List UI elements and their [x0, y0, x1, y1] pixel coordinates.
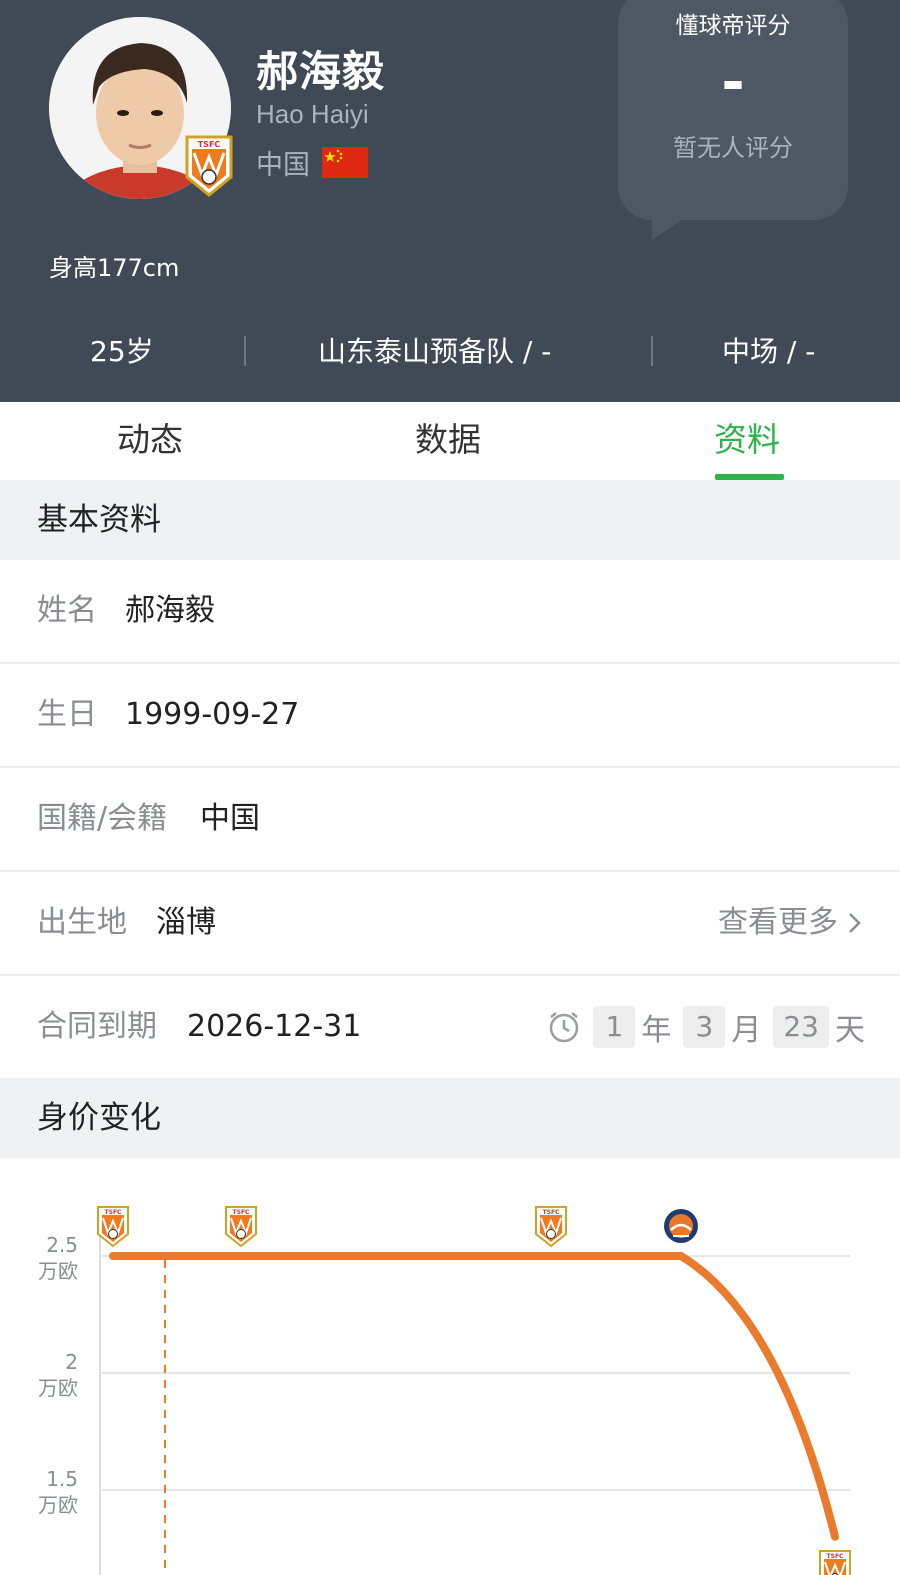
china-flag-icon	[322, 147, 368, 178]
chevron-right-icon	[849, 913, 861, 933]
player-name-en: Hao Haiyi	[256, 99, 369, 129]
club-marker-tsfc-icon: TSFC	[535, 1206, 567, 1248]
y-tick-unit: 万欧	[38, 1376, 78, 1400]
name-value: 郝海毅	[125, 593, 215, 628]
y-tick-label: 2	[65, 1350, 78, 1374]
player-nationality: 中国	[256, 143, 368, 182]
market-value-chart: 2.5 万欧 2 万欧 1.5 万欧 TSFC TSFC TSFC TSFC	[0, 1160, 900, 1575]
alarm-clock-icon	[550, 1012, 579, 1043]
y-tick-label: 2.5	[46, 1233, 78, 1257]
info-row-nationality: 国籍/会籍 中国	[0, 768, 900, 872]
countdown-days: 23	[773, 1006, 829, 1048]
svg-text:TSFC: TSFC	[233, 1209, 251, 1216]
section-title: 基本资料	[37, 502, 161, 538]
tab-data[interactable]: 数据	[373, 402, 523, 480]
profile-tabs: 动态 数据 资料	[0, 402, 900, 480]
club-marker-tsfc-icon: TSFC	[819, 1550, 851, 1575]
player-stats-row: 25岁 山东泰山预备队 / - 中场 / -	[0, 330, 900, 374]
stat-divider	[651, 336, 653, 366]
rating-bubble-tail	[652, 210, 696, 240]
birthplace-label: 出生地	[37, 905, 127, 940]
info-row-birthplace[interactable]: 出生地 淄博 查看更多	[0, 872, 900, 976]
countdown-days-unit: 天	[835, 1013, 865, 1048]
contract-countdown: 1 年 3 月 23 天	[547, 1004, 865, 1050]
birthday-label: 生日	[37, 697, 97, 732]
svg-text:TSFC: TSFC	[827, 1553, 845, 1560]
nationality-text: 中国	[256, 150, 310, 181]
value-series-line	[109, 1252, 839, 1541]
rating-subtitle: 暂无人评分	[673, 134, 793, 162]
birthday-value: 1999-09-27	[125, 697, 300, 732]
countdown-years: 1	[593, 1006, 636, 1048]
contract-value: 2026-12-31	[187, 1009, 362, 1044]
nationality-label: 国籍/会籍	[37, 801, 168, 836]
club-marker-tsfc-icon: TSFC	[97, 1206, 129, 1248]
countdown-years-unit: 年	[641, 1013, 672, 1048]
y-tick-label: 1.5	[46, 1467, 78, 1491]
tab-dynamics[interactable]: 动态	[75, 402, 225, 480]
y-tick-unit: 万欧	[38, 1493, 78, 1517]
contract-label: 合同到期	[37, 1009, 157, 1044]
countdown-months-unit: 月	[731, 1013, 762, 1048]
stat-divider	[244, 336, 246, 366]
value-change-header: 身价变化	[0, 1078, 900, 1158]
svg-text:TSFC: TSFC	[198, 140, 221, 149]
info-row-birthday: 生日 1999-09-27	[0, 664, 900, 768]
club-marker-tsfc-icon: TSFC	[225, 1206, 257, 1248]
stat-club[interactable]: 山东泰山预备队 / -	[318, 330, 551, 374]
info-row-name: 姓名 郝海毅	[0, 560, 900, 664]
rating-value: -	[721, 50, 745, 115]
info-row-contract: 合同到期 2026-12-31 1 年 3 月 23 天	[0, 976, 900, 1078]
view-more-label: 查看更多	[718, 905, 838, 940]
market-value-chart-svg: 2.5万欧2万欧1.5万欧TSFC TSFC TSFCTSFC	[38, 1206, 851, 1575]
player-name-cn: 郝海毅	[256, 47, 386, 96]
svg-text:TSFC: TSFC	[543, 1209, 561, 1216]
basic-info-header: 基本资料	[0, 480, 900, 560]
player-height: 身高177cm	[49, 254, 180, 282]
birthplace-value: 淄博	[156, 905, 216, 940]
rating-title: 懂球帝评分	[675, 13, 791, 39]
name-label: 姓名	[37, 593, 97, 628]
stat-position: 中场 / -	[722, 335, 816, 368]
club-marker-burney-icon	[664, 1209, 698, 1243]
tab-profile[interactable]: 资料	[672, 402, 822, 480]
nationality-value: 中国	[200, 801, 260, 836]
svg-text:TSFC: TSFC	[105, 1209, 123, 1216]
section-title: 身价变化	[37, 1100, 161, 1136]
y-tick-unit: 万欧	[38, 1259, 78, 1283]
stat-age: 25岁	[90, 335, 154, 368]
player-header: TSFC 郝海毅 Hao Haiyi 中国 身高177cm 懂球帝评分 - 暂无…	[0, 0, 900, 402]
countdown-months: 3	[683, 1006, 726, 1048]
view-more-link[interactable]: 查看更多	[718, 872, 864, 974]
club-badge-icon: TSFC	[185, 135, 233, 197]
